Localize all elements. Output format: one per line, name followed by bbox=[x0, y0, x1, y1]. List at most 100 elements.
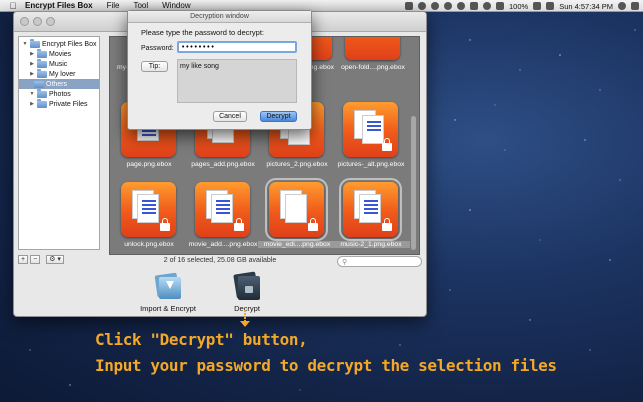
decrypt-button[interactable]: Decrypt bbox=[260, 111, 297, 122]
file-item-selected[interactable]: music-2_1.png.ebox bbox=[332, 178, 410, 254]
disclosure-open-icon[interactable]: ▼ bbox=[22, 41, 28, 47]
encrypted-file-icon bbox=[121, 182, 176, 237]
disclosure-open-icon[interactable]: ▼ bbox=[29, 91, 35, 97]
scroll-thumb[interactable] bbox=[411, 116, 416, 250]
add-folder-button[interactable]: + bbox=[18, 255, 29, 264]
menu-tool[interactable]: Tool bbox=[126, 1, 155, 10]
disclosure-closed-icon[interactable]: ▶ bbox=[29, 51, 35, 57]
import-encrypt-button[interactable]: Import & Encrypt bbox=[138, 272, 198, 313]
sidebar-toolbar: + − ⚙ ▾ bbox=[18, 255, 64, 265]
minimize-button[interactable] bbox=[33, 17, 42, 26]
search-icon: ⚲ bbox=[342, 259, 348, 266]
folder-icon bbox=[37, 98, 47, 108]
encrypted-file-icon bbox=[195, 182, 250, 237]
password-field[interactable]: •••••••• bbox=[177, 41, 297, 53]
document-icon bbox=[137, 194, 159, 223]
sidebar-item-root[interactable]: ▼ Encrypt Files Box bbox=[22, 38, 96, 49]
encrypted-file-icon bbox=[265, 178, 328, 241]
folder-icon bbox=[37, 58, 47, 68]
menu-clock[interactable]: Sun 4:57:34 PM bbox=[559, 2, 613, 11]
folder-icon bbox=[37, 48, 47, 58]
sidebar-item-label: Music bbox=[49, 60, 68, 68]
search-input[interactable]: ⚲ bbox=[337, 256, 422, 267]
dialog-prompt: Please type the password to decrypt: bbox=[141, 28, 264, 37]
file-name: pictures_2.png.ebox bbox=[266, 161, 328, 168]
file-name: movie_add....png.ebox bbox=[188, 241, 258, 248]
lock-icon bbox=[382, 218, 392, 231]
decrypt-icon bbox=[233, 271, 261, 300]
lock-icon bbox=[234, 218, 244, 231]
sidebar-item-private-files[interactable]: ▶ Private Files bbox=[29, 98, 88, 109]
status-text: 2 of 16 selected, 25.08 GB available bbox=[163, 257, 277, 264]
document-icon bbox=[211, 194, 233, 223]
tip-button[interactable]: Tip: bbox=[141, 61, 168, 72]
battery-icon[interactable] bbox=[533, 2, 542, 10]
disclosure-closed-icon[interactable]: ▶ bbox=[29, 101, 35, 107]
sidebar-item-label: Private Files bbox=[49, 100, 88, 108]
file-item[interactable]: open-fold....png.ebox bbox=[334, 37, 406, 85]
alert-icon[interactable] bbox=[444, 2, 453, 10]
grid-scrollbar[interactable] bbox=[411, 42, 417, 252]
remove-folder-button[interactable]: − bbox=[30, 255, 41, 264]
sidebar: ▼ Encrypt Files Box ▶ Movies ▶ Music ▶ M… bbox=[18, 36, 100, 250]
decryption-dialog: Decryption window Please type the passwo… bbox=[127, 10, 312, 130]
file-name: open-fold....png.ebox bbox=[341, 64, 405, 71]
import-icon bbox=[154, 272, 182, 300]
lock-icon bbox=[160, 218, 170, 231]
status-app-icon[interactable] bbox=[405, 2, 414, 10]
annotation-line-2: Input your password to decrypt the selec… bbox=[95, 356, 557, 375]
file-name: movie_edi....png.ebox bbox=[258, 241, 336, 248]
close-button[interactable] bbox=[20, 17, 29, 26]
menu-app-name[interactable]: Encrypt Files Box bbox=[20, 1, 100, 10]
time-machine-icon[interactable] bbox=[431, 2, 440, 10]
file-item[interactable]: pictures-_alt.png.ebox bbox=[332, 102, 404, 182]
folder-icon bbox=[37, 68, 47, 78]
flag-icon[interactable] bbox=[546, 2, 555, 10]
file-item[interactable]: unlock.png.ebox bbox=[110, 182, 182, 254]
sidebar-item-my-lover[interactable]: ▶ My lover bbox=[29, 68, 75, 79]
volume-icon[interactable] bbox=[496, 2, 505, 10]
zoom-button[interactable] bbox=[46, 17, 55, 26]
file-item[interactable]: movie_add....png.ebox bbox=[184, 182, 257, 254]
battery-percent[interactable]: 100% bbox=[509, 2, 528, 11]
document-icon bbox=[362, 115, 384, 144]
file-name: page.png.ebox bbox=[126, 161, 172, 168]
sidebar-item-photos[interactable]: ▼ Photos bbox=[29, 88, 71, 99]
wifi-icon[interactable] bbox=[483, 2, 492, 10]
cancel-button[interactable]: Cancel bbox=[213, 111, 247, 122]
sidebar-item-music[interactable]: ▶ Music bbox=[29, 58, 68, 69]
action-menu-button[interactable]: ⚙ ▾ bbox=[46, 255, 64, 264]
file-item-selected[interactable]: movie_edi....png.ebox bbox=[258, 178, 336, 254]
bluetooth-icon[interactable] bbox=[470, 2, 479, 10]
password-label: Password: bbox=[141, 45, 174, 52]
encrypted-file-icon bbox=[343, 102, 398, 157]
disclosure-closed-icon[interactable]: ▶ bbox=[29, 71, 35, 77]
lock-icon bbox=[308, 218, 318, 231]
annotation-line-1: Click "Decrypt" button, bbox=[95, 330, 308, 349]
import-label: Import & Encrypt bbox=[140, 304, 196, 313]
menu-extras: 100% Sun 4:57:34 PM bbox=[405, 0, 639, 12]
document-icon bbox=[285, 194, 307, 223]
search-icon[interactable] bbox=[618, 2, 626, 10]
decrypt-label: Decrypt bbox=[234, 304, 260, 313]
document-icon bbox=[359, 194, 381, 223]
sync-icon[interactable] bbox=[418, 2, 427, 10]
disclosure-closed-icon[interactable]: ▶ bbox=[29, 61, 35, 67]
list-icon[interactable] bbox=[631, 2, 639, 10]
dialog-title: Decryption window bbox=[128, 11, 311, 23]
clock-icon[interactable] bbox=[457, 2, 466, 10]
menu-file[interactable]: File bbox=[100, 1, 127, 10]
folder-icon bbox=[37, 88, 47, 98]
decrypt-action-button[interactable]: Decrypt bbox=[217, 271, 277, 313]
lock-icon bbox=[382, 138, 392, 151]
sidebar-item-movies[interactable]: ▶ Movies bbox=[29, 48, 72, 59]
annotation-arrowhead bbox=[240, 321, 250, 327]
encrypted-file-icon bbox=[345, 37, 400, 60]
file-name: pages_add.png.ebox bbox=[191, 161, 255, 168]
sidebar-item-label: Others bbox=[46, 80, 68, 88]
sidebar-item-label: Movies bbox=[49, 50, 72, 58]
folder-icon bbox=[34, 78, 44, 88]
sidebar-item-others[interactable]: Others bbox=[19, 78, 99, 89]
menu-window[interactable]: Window bbox=[155, 1, 197, 10]
apple-menu-icon[interactable]:  bbox=[6, 1, 20, 11]
